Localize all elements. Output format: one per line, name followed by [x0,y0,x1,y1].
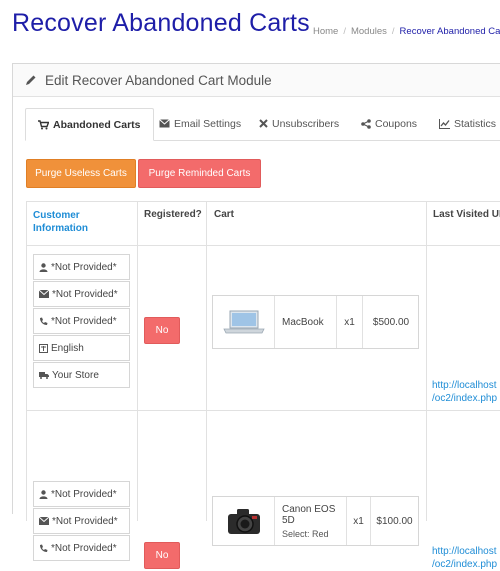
user-icon [39,262,48,272]
line-chart-icon [439,118,450,129]
table-border [426,201,427,521]
header-customer-information[interactable]: Customer Information [33,209,128,235]
customer-name-field: *Not Provided* [33,254,130,280]
cart-price: $500.00 [362,296,419,348]
tab-label: Statistics [454,117,497,130]
canon-camera-product-image [213,497,274,545]
tab-abandoned-carts[interactable]: Abandoned Carts [25,108,154,141]
user-icon [39,489,48,499]
registered-no-button[interactable]: No [144,317,180,344]
url-line: /oc2/index.php [432,559,498,570]
cart-product-option: Select: Red [282,528,329,539]
cart-item: MacBook x1 $500.00 [212,295,419,349]
page-header: Recover Abandoned Carts Home / Modules / Rec… [0,0,500,56]
customer-language: English [51,342,84,354]
cart-product-name[interactable]: MacBook [274,296,336,348]
table-border [26,201,27,521]
phone-icon [40,317,48,325]
phone-icon [40,544,48,552]
envelope-icon [159,119,170,128]
cart-item: Canon EOS 5D Select: Red x1 $100.00 [212,496,419,546]
language-icon [39,343,48,353]
breadcrumb-separator: / [391,26,395,37]
truck-icon [39,372,49,379]
table-border [26,245,500,246]
breadcrumb-separator: / [343,26,346,37]
pencil-icon [26,75,36,85]
customer-email-field: *Not Provided* [33,508,130,534]
tab-email-settings[interactable]: Email Settings [159,108,241,139]
breadcrumb: Home / Modules / Recover Abandoned Carts [313,26,500,37]
tab-label: Coupons [375,117,418,130]
tab-label: Abandoned Carts [53,118,141,131]
customer-phone: *Not Provided* [51,542,117,554]
times-icon [259,119,268,128]
cart-quantity: x1 [336,296,362,348]
customer-email: *Not Provided* [52,515,118,527]
module-panel: Edit Recover Abandoned Cart Module Aband… [12,63,500,570]
customer-store: Your Store [52,369,99,381]
customer-phone-field: *Not Provided* [33,535,130,561]
customer-language-field: English [33,335,130,361]
customer-store-field: Your Store [33,362,130,388]
last-visited-url[interactable]: http://localhost /oc2/index.php [432,545,497,571]
table-border [206,201,207,521]
share-icon [361,118,371,129]
header-cart: Cart [214,209,235,220]
panel-heading: Edit Recover Abandoned Cart Module [13,64,500,97]
breadcrumb-home[interactable]: Home [313,26,338,37]
panel-heading-text: Edit Recover Abandoned Cart Module [45,72,272,88]
breadcrumb-current[interactable]: Recover Abandoned Carts [400,26,500,37]
cart-icon [38,119,49,129]
customer-name: *Not Provided* [51,261,117,273]
table-border [26,410,500,411]
tab-statistics[interactable]: Statistics [439,108,496,139]
abandoned-carts-table: Customer Information Registered? Cart La… [26,201,500,570]
registered-no-button[interactable]: No [144,542,180,569]
envelope-icon [39,290,49,298]
customer-name: *Not Provided* [51,488,117,500]
tab-label: Email Settings [174,117,242,130]
customer-phone-field: *Not Provided* [33,308,130,334]
envelope-icon [39,517,49,525]
tab-coupons[interactable]: Coupons [361,108,417,139]
tab-unsubscribers[interactable]: Unsubscribers [259,108,339,139]
breadcrumb-modules[interactable]: Modules [351,26,387,37]
customer-name-field: *Not Provided* [33,481,130,507]
header-last-visited-url: Last Visited URL [433,209,500,220]
last-visited-url[interactable]: http://localhost /oc2/index.php [432,379,497,405]
tab-label: Unsubscribers [272,117,340,130]
header-registered: Registered? [144,209,202,220]
purge-useless-carts-button[interactable]: Purge Useless Carts [26,159,136,188]
table-border [26,201,500,202]
cart-product: Canon EOS 5D Select: Red [274,497,346,545]
macbook-product-image [213,296,274,348]
cart-price: $100.00 [370,497,418,545]
customer-phone: *Not Provided* [51,315,117,327]
customer-email: *Not Provided* [52,288,118,300]
purge-reminded-carts-button[interactable]: Purge Reminded Carts [138,159,261,188]
table-border [137,201,138,521]
customer-email-field: *Not Provided* [33,281,130,307]
cart-product-name[interactable]: Canon EOS 5D [282,504,346,526]
page-title: Recover Abandoned Carts [12,9,310,37]
tab-bar: Abandoned Carts Email Settings Unsubscri… [25,108,500,141]
url-line: http://localhost [432,546,497,557]
url-line: http://localhost [432,380,497,391]
url-line: /oc2/index.php [432,393,498,404]
cart-quantity: x1 [346,497,370,545]
